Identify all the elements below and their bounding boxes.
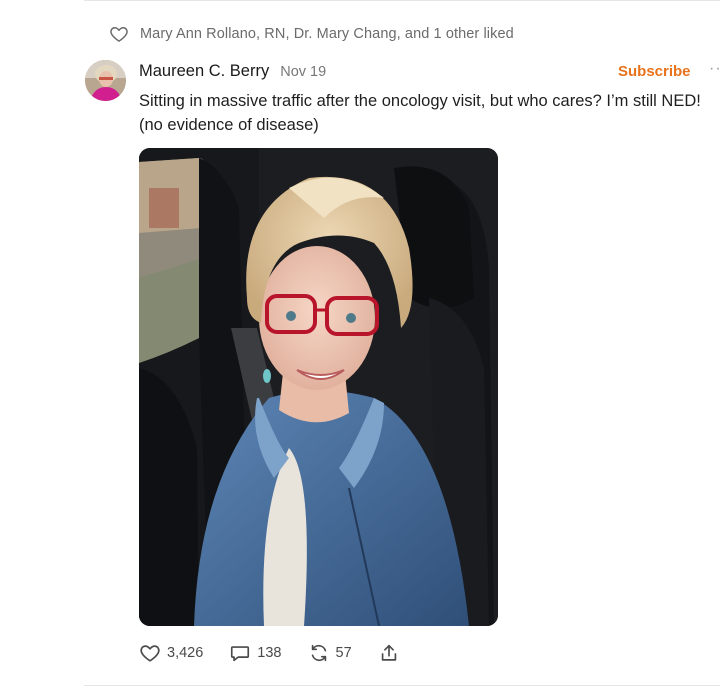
restack-icon: [311, 644, 326, 662]
restack-button[interactable]: 57: [308, 642, 352, 664]
author-name[interactable]: Maureen C. Berry: [139, 62, 269, 81]
author-avatar[interactable]: [85, 60, 126, 101]
heart-outline-icon: [110, 27, 128, 42]
bottom-divider: [84, 685, 720, 686]
share-button[interactable]: [378, 642, 400, 664]
liked-by-text: Mary Ann Rollano, RN, Dr. Mary Chang, an…: [140, 26, 514, 42]
liked-summary[interactable]: Mary Ann Rollano, RN, Dr. Mary Chang, an…: [109, 24, 514, 44]
top-divider: [84, 0, 720, 1]
like-count: 3,426: [167, 645, 204, 661]
post-body: Sitting in massive traffic after the onc…: [139, 92, 701, 134]
like-button[interactable]: 3,426: [139, 642, 203, 664]
comment-icon: [231, 646, 250, 662]
more-icon[interactable]: ···: [709, 60, 720, 78]
subscribe-button[interactable]: Subscribe: [618, 63, 691, 80]
post-date: Nov 19: [280, 64, 327, 80]
share-icon: [381, 644, 396, 661]
comment-button[interactable]: 138: [229, 642, 282, 664]
heart-icon: [140, 645, 160, 662]
restack-count: 57: [335, 645, 352, 661]
post-photo[interactable]: [139, 148, 498, 626]
comment-count: 138: [257, 645, 282, 661]
